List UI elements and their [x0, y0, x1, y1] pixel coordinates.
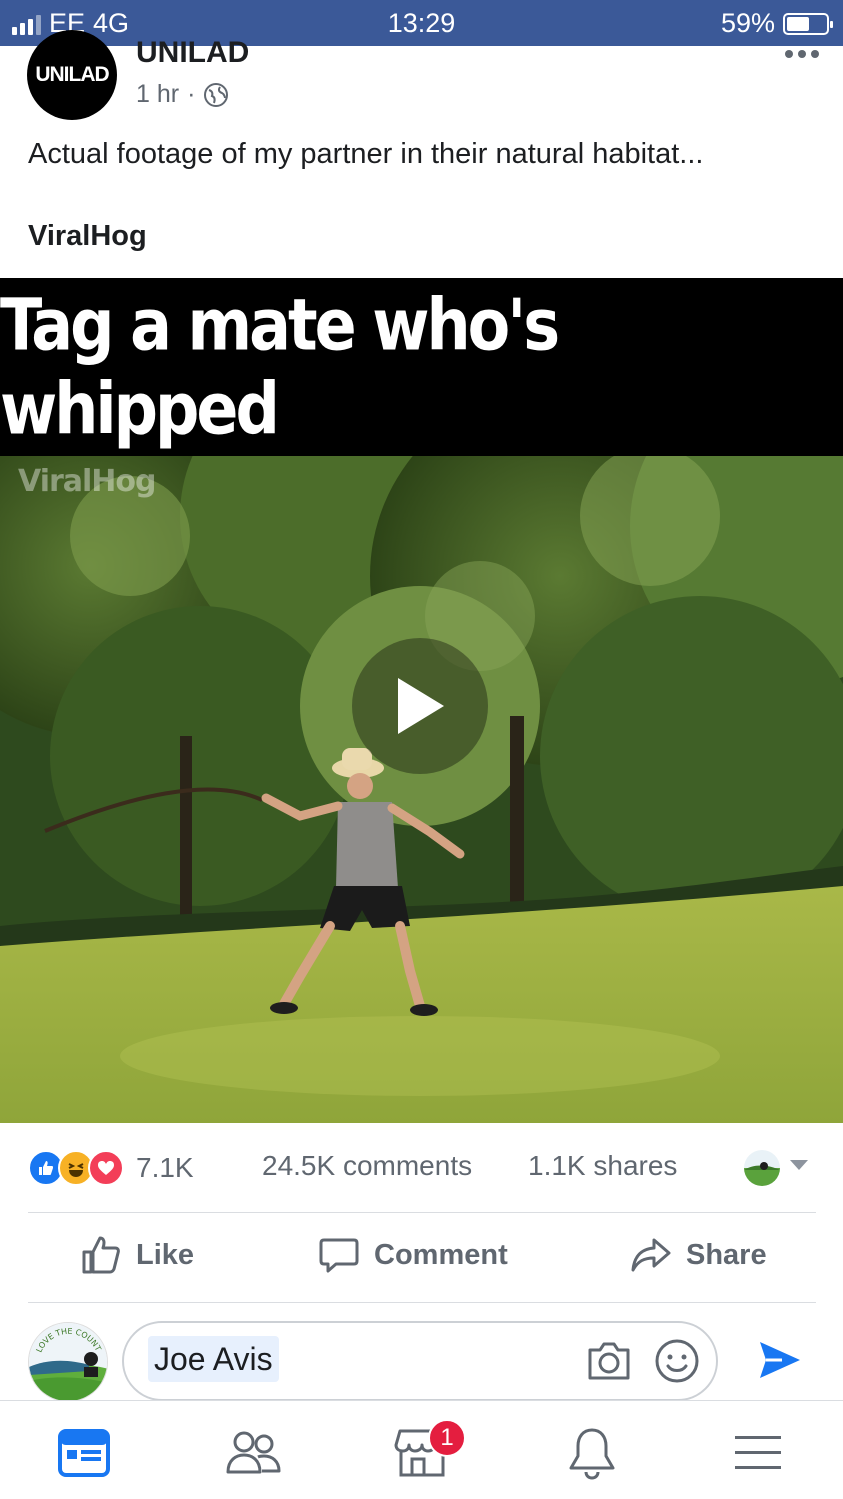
status-bar: EE 4G 13:29 59% — [0, 0, 843, 46]
video-caption: Tag a mate who's whipped — [0, 283, 560, 451]
comment-icon — [319, 1238, 359, 1273]
play-icon — [398, 678, 444, 734]
comment-label: Comment — [374, 1238, 508, 1271]
camera-icon[interactable] — [586, 1340, 632, 1382]
reaction-summary[interactable]: 7.1K — [28, 1148, 194, 1188]
divider-bottom — [28, 1302, 816, 1303]
post-time[interactable]: 1 hr — [136, 80, 179, 109]
share-label: Share — [686, 1238, 767, 1271]
post-video[interactable]: Tag a mate who's whipped ViralHog — [0, 278, 843, 1123]
page-name[interactable]: UNILAD — [136, 36, 249, 70]
send-icon[interactable] — [756, 1338, 804, 1382]
love-icon — [88, 1150, 124, 1186]
like-label: Like — [136, 1238, 195, 1271]
mention-chip[interactable]: Joe Avis — [148, 1336, 279, 1382]
thumbs-up-icon — [82, 1236, 120, 1274]
notifications-icon — [569, 1428, 615, 1480]
share-icon — [631, 1238, 671, 1272]
post-source[interactable]: ViralHog — [28, 220, 147, 253]
comment-button[interactable]: Comment — [318, 1234, 508, 1276]
emoji-icon[interactable] — [654, 1338, 700, 1384]
meta-dot: · — [187, 80, 196, 108]
video-watermark: ViralHog — [18, 464, 156, 499]
video-caption-band: Tag a mate who's whipped — [0, 278, 843, 456]
nav-friends[interactable] — [224, 1423, 284, 1483]
post-text: Actual footage of my partner in their na… — [28, 138, 704, 170]
comments-count[interactable]: 24.5K comments — [262, 1150, 472, 1182]
play-button[interactable] — [352, 638, 488, 774]
video-frame — [0, 456, 843, 1123]
page-avatar[interactable]: UNILAD — [27, 30, 117, 120]
nav-notifications[interactable] — [562, 1423, 622, 1483]
divider-top — [28, 1212, 816, 1213]
friends-icon — [226, 1431, 281, 1474]
viewer-avatar[interactable] — [744, 1150, 780, 1186]
shares-count[interactable]: 1.1K shares — [528, 1150, 677, 1182]
like-button[interactable]: Like — [80, 1234, 194, 1276]
share-button[interactable]: Share — [630, 1234, 767, 1276]
battery-icon — [783, 12, 833, 35]
more-options-icon[interactable] — [785, 50, 819, 58]
user-avatar[interactable]: LOVE THE COUNTRYSIDE — [28, 1322, 108, 1402]
menu-icon — [735, 1436, 781, 1469]
caret-down-icon[interactable] — [790, 1160, 808, 1170]
bottom-nav: 1 — [0, 1400, 843, 1499]
post-meta: 1 hr · — [136, 80, 229, 109]
battery-fill — [787, 16, 810, 31]
reaction-count: 7.1K — [136, 1152, 194, 1183]
marketplace-badge: 1 — [428, 1419, 466, 1457]
globe-icon — [204, 82, 229, 107]
status-time: 13:29 — [387, 8, 456, 38]
nav-news-feed[interactable] — [54, 1423, 114, 1483]
status-right: 59% — [720, 8, 833, 39]
news-feed-icon — [58, 1429, 110, 1477]
nav-menu[interactable] — [728, 1423, 788, 1483]
battery-percent: 59% — [720, 8, 775, 38]
